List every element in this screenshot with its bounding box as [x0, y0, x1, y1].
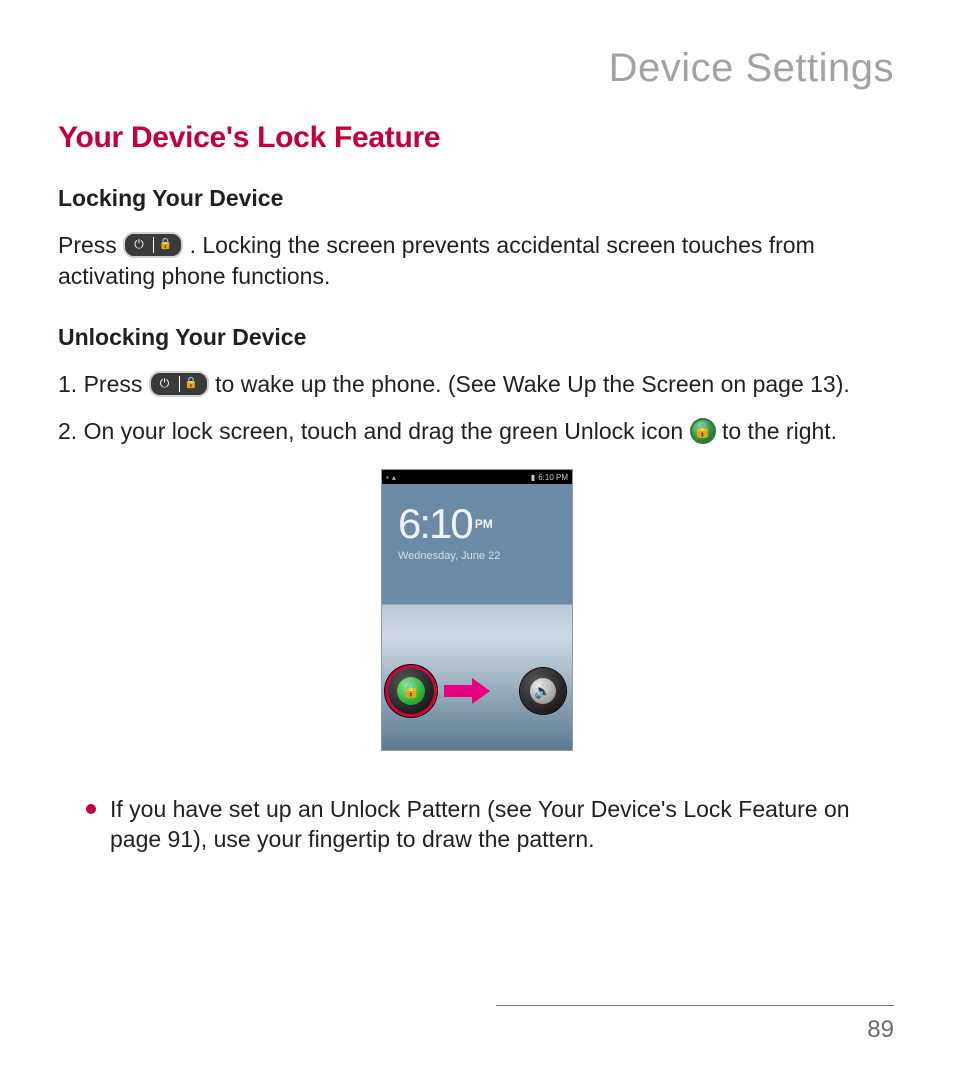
power-lock-key-icon: 🔒 [123, 232, 183, 258]
step2-text-a: 2. On your lock screen, touch and drag t… [58, 418, 690, 444]
page-footer: 89 [496, 1005, 894, 1044]
drag-right-arrow-icon [444, 680, 490, 702]
page-number: 89 [496, 1016, 894, 1044]
clock-ampm: PM [475, 517, 493, 531]
unlock-step-1: 1. Press 🔒 to wake up the phone. (See Wa… [58, 369, 894, 400]
status-time: 6:10 PM [538, 473, 568, 482]
bullet-text: If you have set up an Unlock Pattern (se… [110, 795, 884, 855]
bullet-icon [86, 804, 96, 814]
lock-clock: 6:10PM Wednesday, June 22 [398, 500, 500, 562]
status-bar: ▪▴ ▮6:10 PM [382, 470, 572, 484]
unlock-handle-icon: 🔓 [402, 682, 421, 699]
clock-time: 6:10 [398, 500, 472, 548]
unlock-step-2: 2. On your lock screen, touch and drag t… [58, 416, 894, 447]
locking-heading: Locking Your Device [58, 185, 894, 212]
lock-screen-screenshot: ▪▴ ▮6:10 PM 6:10PM Wednesday, June 22 🔓 … [381, 469, 571, 751]
step1-text-b: to wake up the phone. (See Wake Up the S… [215, 371, 850, 397]
clock-date: Wednesday, June 22 [398, 550, 500, 562]
locking-paragraph: Press 🔒 . Locking the screen prevents ac… [58, 230, 894, 292]
footer-rule [496, 1005, 894, 1006]
status-right: ▮6:10 PM [531, 473, 568, 482]
sound-toggle-handle: 🔊 [520, 668, 566, 714]
speaker-icon: 🔊 [530, 678, 556, 704]
unlock-icon: 🔓 [690, 418, 716, 444]
chapter-title: Device Settings [58, 46, 894, 91]
unlocking-heading: Unlocking Your Device [58, 324, 894, 351]
step2-text-b: to the right. [722, 418, 837, 444]
locking-text-a: Press [58, 232, 123, 258]
manual-page: Device Settings Your Device's Lock Featu… [0, 0, 954, 1074]
phone-frame: ▪▴ ▮6:10 PM 6:10PM Wednesday, June 22 🔓 … [381, 469, 573, 751]
unlock-slider-row: 🔓 🔊 [382, 664, 572, 720]
unlock-slider-handle: 🔓 [388, 668, 434, 714]
step1-text-a: 1. Press [58, 371, 149, 397]
power-lock-key-icon: 🔒 [149, 371, 209, 397]
status-left-icons: ▪▴ [386, 473, 396, 482]
section-title: Your Device's Lock Feature [58, 121, 894, 155]
bullet-item: If you have set up an Unlock Pattern (se… [86, 795, 884, 855]
